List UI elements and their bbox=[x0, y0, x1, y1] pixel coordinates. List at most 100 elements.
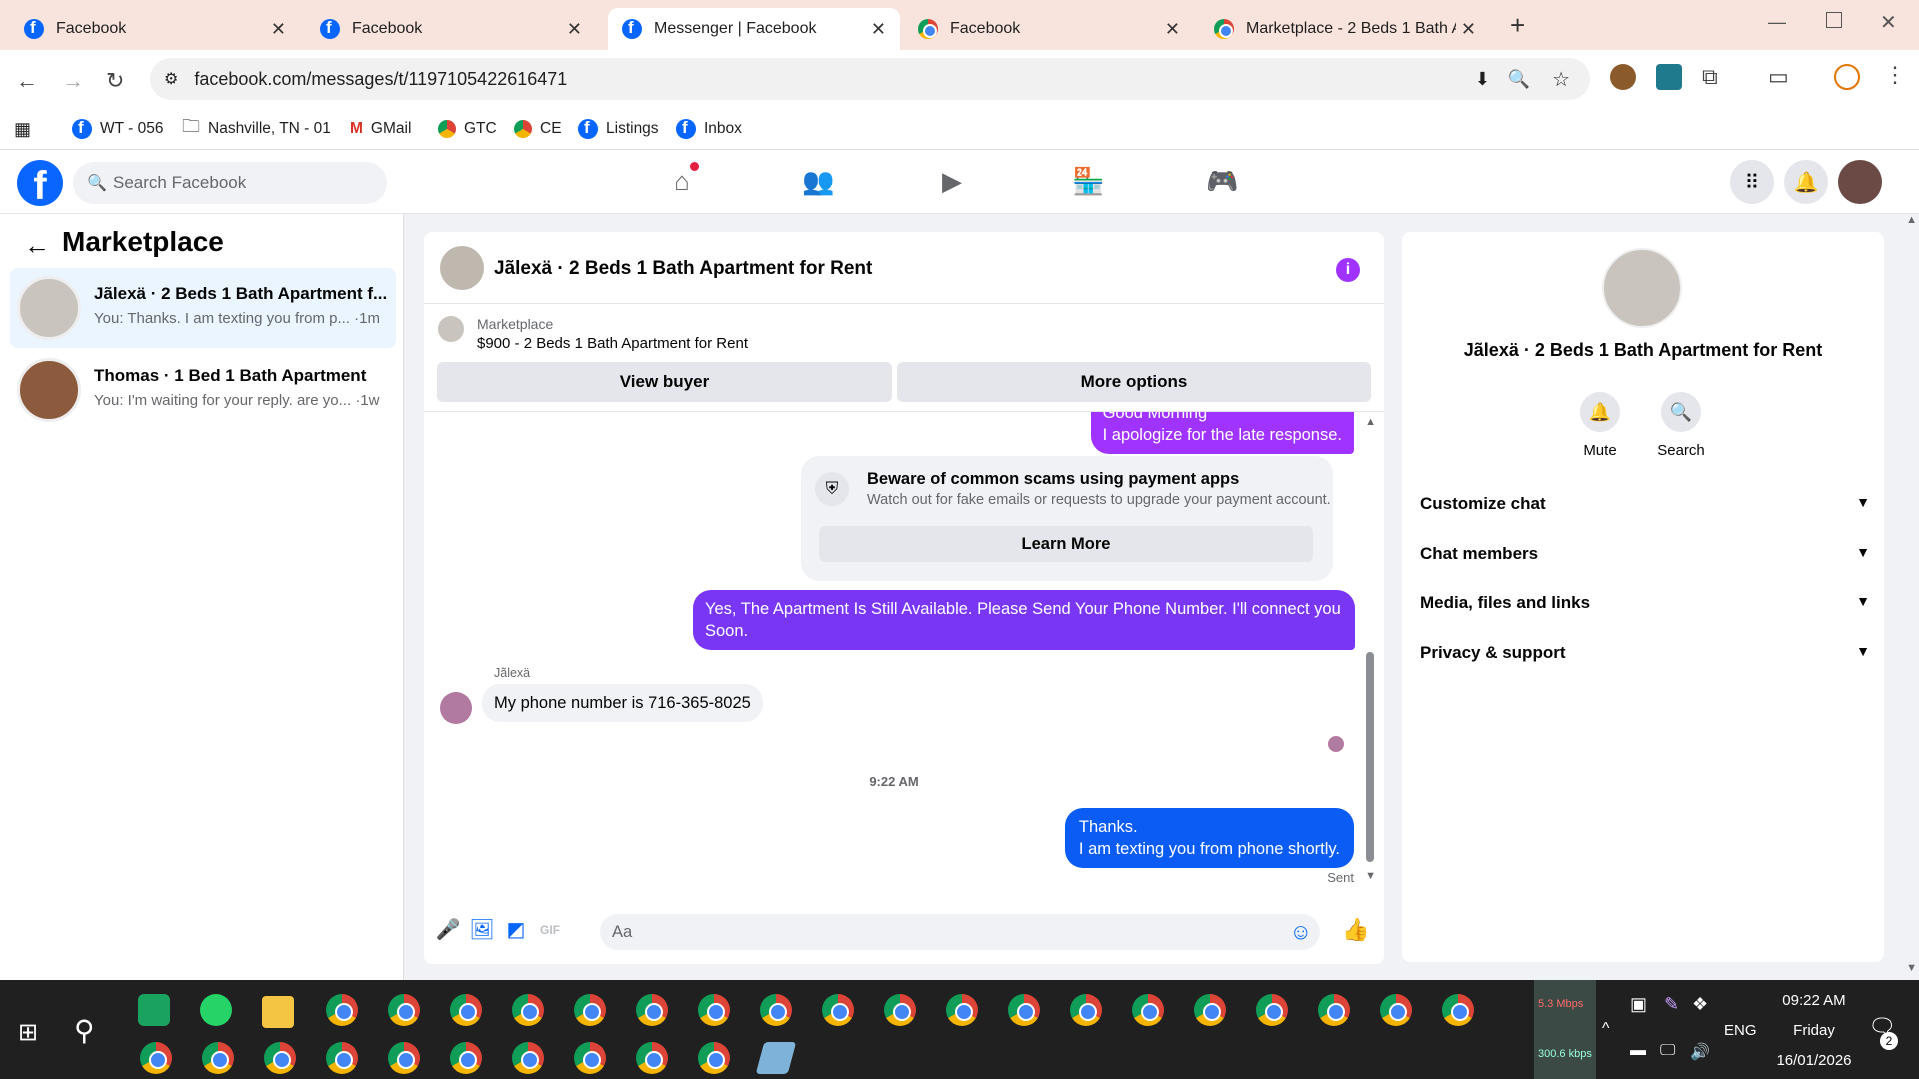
scroll-down-icon[interactable]: ▼ bbox=[1365, 870, 1376, 882]
thumbs-up-icon[interactable]: 👍 bbox=[1342, 916, 1370, 944]
conversation-item[interactable]: Thomas · 1 Bed 1 Bath Apartment You: I'm… bbox=[10, 350, 396, 430]
video-icon[interactable]: ▶ bbox=[937, 166, 967, 196]
chrome-icon[interactable] bbox=[760, 994, 792, 1026]
bookmark-ce[interactable]: CE bbox=[514, 116, 562, 142]
install-icon[interactable]: ⬇ bbox=[1475, 69, 1490, 90]
volume-icon[interactable]: 🔊 bbox=[1690, 1042, 1710, 1062]
site-info-icon[interactable]: ⚙ bbox=[164, 69, 178, 89]
avatar[interactable] bbox=[1838, 160, 1882, 204]
battery-icon[interactable]: ▬ bbox=[1630, 1042, 1646, 1060]
chrome-icon[interactable] bbox=[698, 994, 730, 1026]
clock-date[interactable]: 16/01/2026 bbox=[1766, 1052, 1862, 1069]
minimize-icon[interactable]: — bbox=[1768, 12, 1786, 33]
bookmark-star-icon[interactable]: ☆ bbox=[1552, 67, 1570, 92]
chrome-icon[interactable] bbox=[450, 994, 482, 1026]
chat-avatar[interactable] bbox=[1602, 248, 1682, 328]
chrome-icon[interactable] bbox=[450, 1042, 482, 1074]
chevron-up-icon[interactable]: ^ bbox=[1602, 1020, 1610, 1038]
chrome-icon[interactable] bbox=[202, 1042, 234, 1074]
zoom-icon[interactable]: 🔍 bbox=[1508, 69, 1530, 90]
forward-icon[interactable]: → bbox=[62, 68, 84, 94]
chrome-icon[interactable] bbox=[698, 1042, 730, 1074]
tab-marketplace[interactable]: Marketplace - 2 Beds 1 Bath Ap ✕ bbox=[1200, 8, 1490, 50]
accordion-chat-members[interactable]: Chat members ▼ bbox=[1420, 544, 1870, 568]
chrome-icon[interactable] bbox=[326, 994, 358, 1026]
facebook-logo-icon[interactable]: f bbox=[17, 160, 63, 206]
sender-avatar[interactable] bbox=[440, 692, 472, 724]
close-window-icon[interactable]: ✕ bbox=[1880, 10, 1897, 35]
accordion-privacy-support[interactable]: Privacy & support ▼ bbox=[1420, 643, 1870, 667]
listing-avatar[interactable] bbox=[440, 246, 484, 290]
mute-bell-icon[interactable]: 🔔 bbox=[1580, 392, 1620, 432]
back-arrow-icon[interactable]: ← bbox=[24, 230, 50, 261]
microphone-icon[interactable]: 🎤 bbox=[434, 916, 462, 944]
accordion-media-files[interactable]: Media, files and links ▼ bbox=[1420, 593, 1870, 617]
url-bar[interactable]: ⚙ facebook.com/messages/t/11971054226164… bbox=[150, 58, 1590, 100]
tab-facebook-2[interactable]: Facebook ✕ bbox=[306, 8, 596, 50]
chrome-icon[interactable] bbox=[326, 1042, 358, 1074]
close-tab-icon[interactable]: ✕ bbox=[567, 19, 582, 40]
listing-price[interactable]: $900 - 2 Beds 1 Bath Apartment for Rent bbox=[477, 335, 748, 352]
chat-title[interactable]: Jãlexä · 2 Beds 1 Bath Apartment for Ren… bbox=[494, 258, 872, 280]
chrome-icon[interactable] bbox=[140, 1042, 172, 1074]
friends-icon[interactable]: 👥 bbox=[802, 166, 834, 196]
tab-search-icon[interactable]: ▭ bbox=[1768, 64, 1789, 90]
pen-icon[interactable]: ✎ bbox=[1664, 994, 1679, 1015]
clock-time[interactable]: 09:22 AM bbox=[1766, 992, 1862, 1009]
close-tab-icon[interactable]: ✕ bbox=[271, 19, 286, 40]
chrome-icon[interactable] bbox=[512, 994, 544, 1026]
bookmark-wt[interactable]: WT - 056 bbox=[72, 116, 163, 142]
search-icon[interactable]: 🔍 bbox=[1661, 392, 1701, 432]
chrome-icon[interactable] bbox=[636, 1042, 668, 1074]
conversation-item[interactable]: Jãlexä · 2 Beds 1 Bath Apartment f... Yo… bbox=[10, 268, 396, 348]
dropbox-icon[interactable]: ❖ bbox=[1692, 994, 1708, 1015]
clock-day[interactable]: Friday bbox=[1766, 1022, 1862, 1039]
chrome-icon[interactable] bbox=[574, 1042, 606, 1074]
file-explorer-icon[interactable] bbox=[262, 996, 294, 1028]
chrome-icon[interactable] bbox=[946, 994, 978, 1026]
chrome-icon[interactable] bbox=[822, 994, 854, 1026]
tab-messenger[interactable]: Messenger | Facebook ✕ bbox=[608, 8, 900, 50]
profile-icon[interactable] bbox=[1834, 64, 1860, 90]
search-icon[interactable]: ⚲ bbox=[74, 1014, 95, 1047]
bookmark-listings[interactable]: Listings bbox=[578, 116, 659, 142]
photo-icon[interactable]: 🖼 bbox=[468, 916, 496, 944]
tab-facebook-1[interactable]: Facebook ✕ bbox=[10, 8, 300, 50]
gaming-icon[interactable]: 🎮 bbox=[1206, 166, 1238, 196]
accordion-customize-chat[interactable]: Customize chat ▼ bbox=[1420, 494, 1870, 518]
language-indicator[interactable]: ENG bbox=[1724, 1022, 1757, 1039]
sticker-icon[interactable]: ◩ bbox=[502, 916, 530, 944]
apps-grid-icon[interactable]: ▦ bbox=[14, 116, 31, 142]
gif-icon[interactable]: GIF bbox=[536, 916, 564, 944]
notifications-bell-icon[interactable]: 🔔 bbox=[1784, 160, 1828, 204]
chrome-icon[interactable] bbox=[1008, 994, 1040, 1026]
scroll-up-icon[interactable]: ▲ bbox=[1365, 416, 1376, 428]
chrome-icon[interactable] bbox=[512, 1042, 544, 1074]
tray-icon[interactable]: ▣ bbox=[1630, 994, 1647, 1015]
emoji-icon[interactable]: ☺ bbox=[1290, 919, 1312, 945]
tab-facebook-3[interactable]: Facebook ✕ bbox=[904, 8, 1194, 50]
chrome-icon[interactable] bbox=[1380, 994, 1412, 1026]
chrome-icon[interactable] bbox=[1318, 994, 1350, 1026]
chrome-icon[interactable] bbox=[636, 994, 668, 1026]
windows-start-icon[interactable]: ⊞ bbox=[18, 1018, 38, 1047]
more-options-button[interactable]: More options bbox=[897, 362, 1371, 402]
chrome-icon[interactable] bbox=[264, 1042, 296, 1074]
learn-more-button[interactable]: Learn More bbox=[819, 526, 1313, 562]
bookmark-gmail[interactable]: M GMail bbox=[350, 116, 411, 142]
app-icon[interactable] bbox=[755, 1042, 797, 1074]
new-tab-icon[interactable]: + bbox=[1510, 10, 1525, 41]
chrome-icon[interactable] bbox=[1132, 994, 1164, 1026]
extension-icon[interactable] bbox=[1656, 64, 1682, 90]
whatsapp-icon[interactable] bbox=[200, 994, 232, 1026]
chrome-icon[interactable] bbox=[388, 994, 420, 1026]
close-tab-icon[interactable]: ✕ bbox=[1165, 19, 1180, 40]
back-icon[interactable]: ← bbox=[16, 68, 38, 94]
network-icon[interactable]: 🖵 bbox=[1660, 1042, 1675, 1060]
chrome-icon[interactable] bbox=[884, 994, 916, 1026]
chrome-icon[interactable] bbox=[1256, 994, 1288, 1026]
reload-icon[interactable]: ↻ bbox=[106, 68, 124, 94]
restore-icon[interactable] bbox=[1826, 12, 1842, 28]
extensions-puzzle-icon[interactable]: ⧉ bbox=[1702, 64, 1718, 90]
chrome-icon[interactable] bbox=[1070, 994, 1102, 1026]
